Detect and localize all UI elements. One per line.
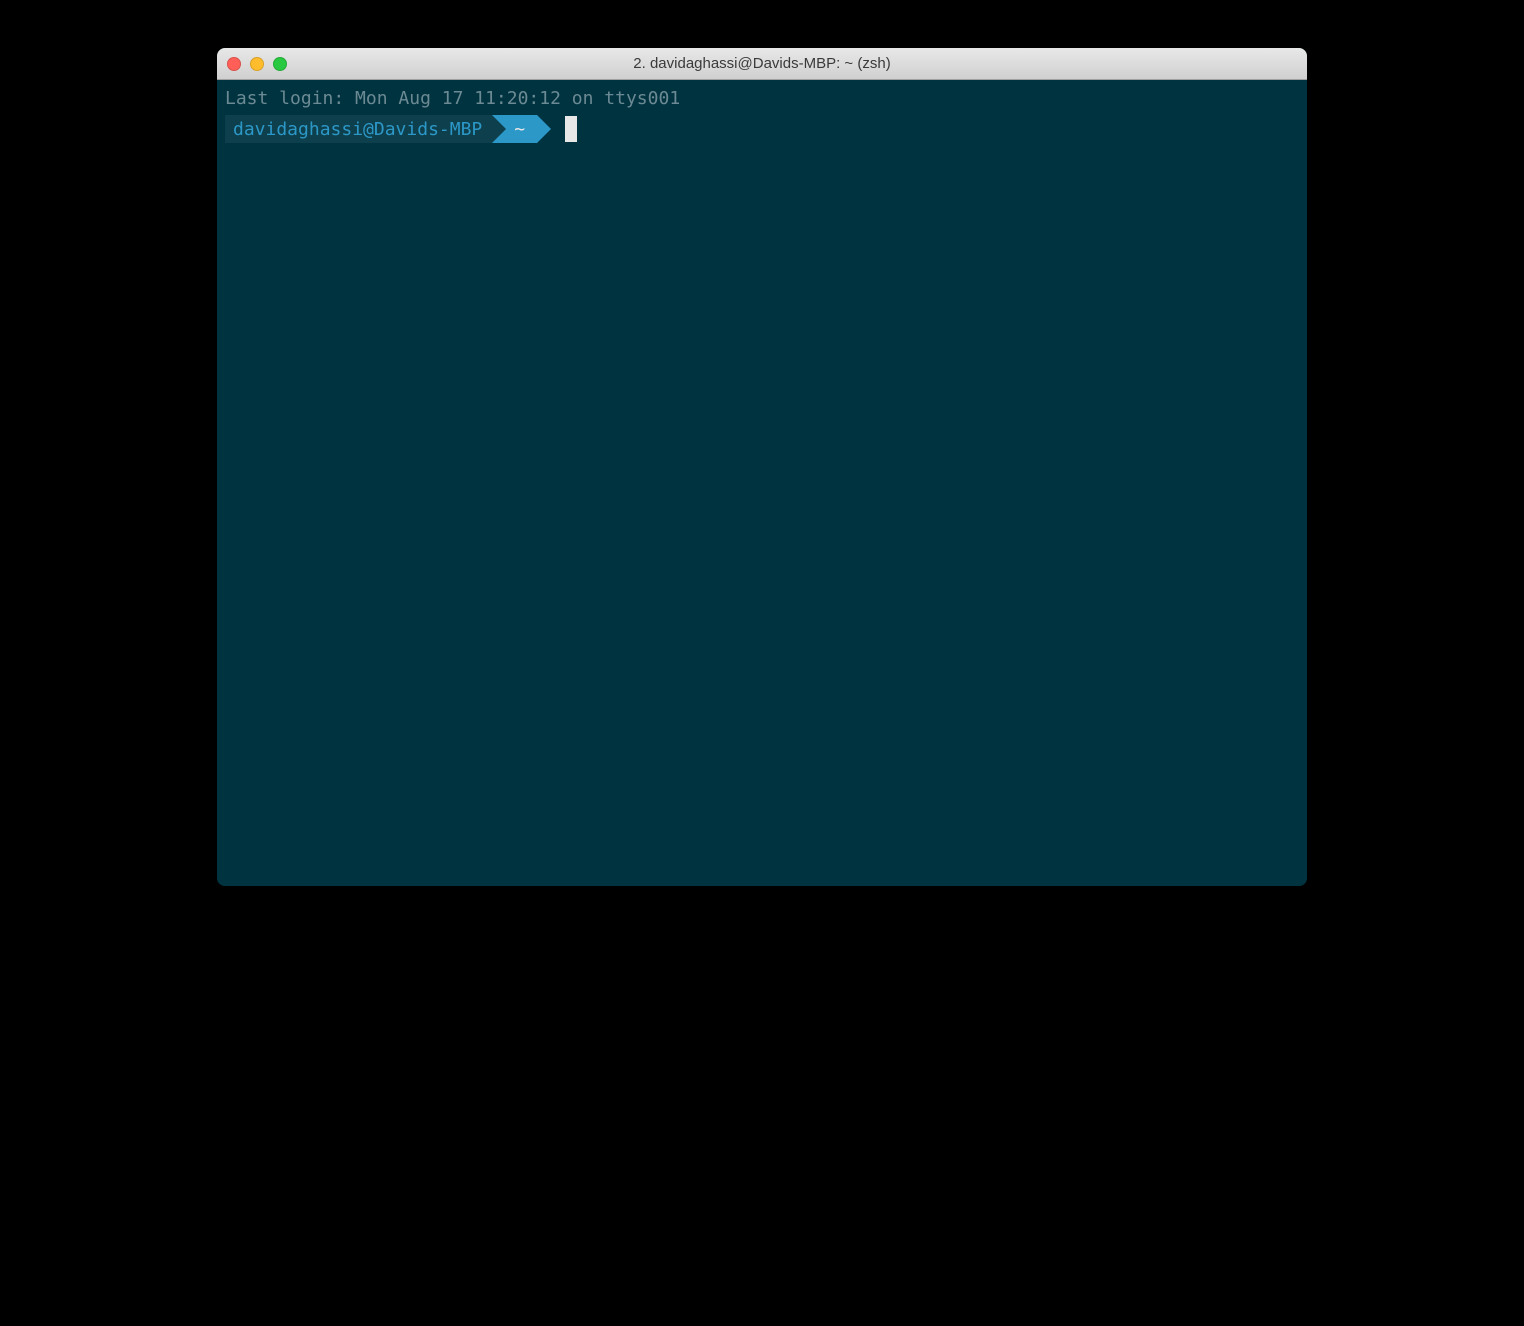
prompt-user-host: davidaghassi@Davids-MBP [225,115,492,143]
traffic-lights [227,57,287,71]
zoom-icon[interactable] [273,57,287,71]
last-login-text: Last login: Mon Aug 17 11:20:12 on ttys0… [225,86,1299,111]
terminal-body[interactable]: Last login: Mon Aug 17 11:20:12 on ttys0… [217,80,1307,886]
close-icon[interactable] [227,57,241,71]
window-titlebar[interactable]: 2. davidaghassi@Davids-MBP: ~ (zsh) [217,48,1307,80]
prompt-line: davidaghassi@Davids-MBP ~ [225,115,1299,143]
cursor-icon [565,116,577,142]
prompt-user-host-text: davidaghassi@Davids-MBP [233,117,482,142]
window-title: 2. davidaghassi@Davids-MBP: ~ (zsh) [217,55,1307,72]
prompt-path-text: ~ [514,117,525,142]
terminal-window: 2. davidaghassi@Davids-MBP: ~ (zsh) Last… [217,48,1307,886]
minimize-icon[interactable] [250,57,264,71]
